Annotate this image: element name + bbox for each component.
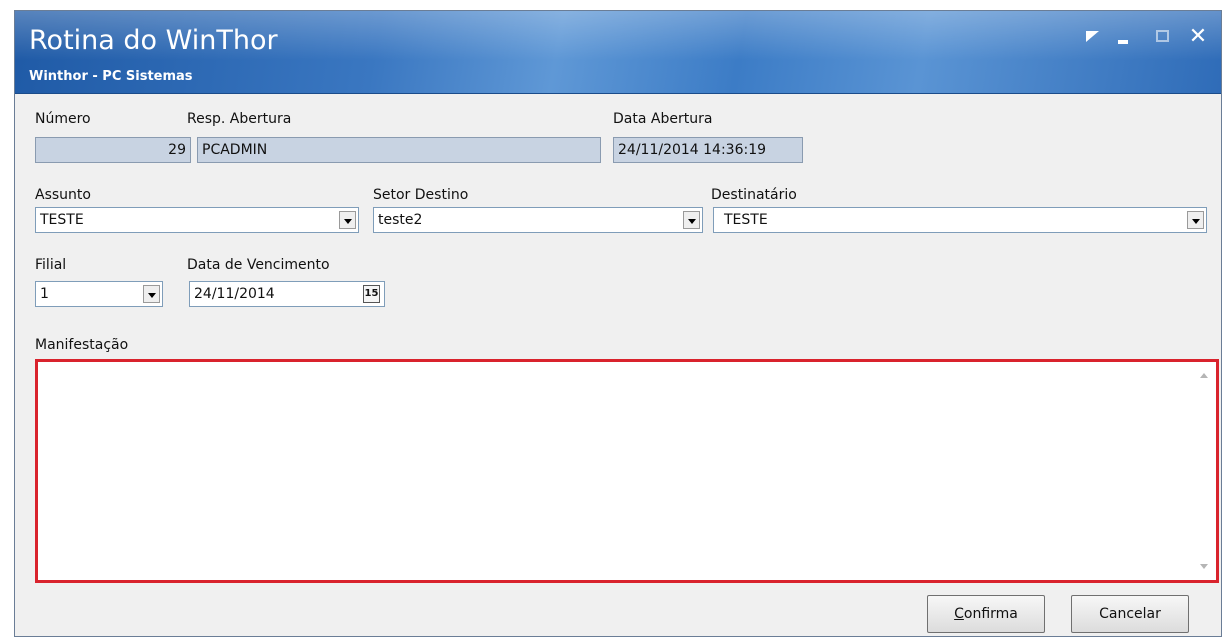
cancelar-button[interactable]: Cancelar: [1071, 595, 1189, 633]
destinatario-value: TESTE: [724, 212, 768, 228]
setor-destino-label: Setor Destino: [373, 187, 469, 203]
calendar-icon[interactable]: 15: [363, 285, 380, 303]
scroll-down-icon[interactable]: [1200, 564, 1208, 569]
window-title: Rotina do WinThor: [29, 25, 278, 56]
confirma-mnemonic: C: [954, 606, 964, 622]
filial-select[interactable]: 1: [35, 281, 163, 307]
destinatario-label: Destinatário: [711, 187, 797, 203]
close-icon[interactable]: ✕: [1187, 26, 1209, 48]
data-vencimento-value: 24/11/2014: [194, 286, 275, 302]
resp-abertura-field: PCADMIN: [197, 137, 601, 163]
data-vencimento-field[interactable]: 24/11/2014 15: [189, 281, 385, 307]
chevron-down-icon[interactable]: [1187, 211, 1204, 229]
chevron-down-icon[interactable]: [339, 211, 356, 229]
chevron-down-icon[interactable]: [683, 211, 700, 229]
memo-scrollbar[interactable]: [1197, 365, 1213, 577]
data-abertura-field: 24/11/2014 14:36:19: [613, 137, 803, 163]
filial-value: 1: [40, 286, 49, 302]
setor-destino-value: teste2: [378, 212, 423, 228]
dialog-window: Rotina do WinThor Winthor - PC Sistemas …: [14, 10, 1222, 637]
confirma-label: onfirma: [963, 606, 1018, 622]
resp-abertura-label: Resp. Abertura: [187, 111, 292, 127]
window-subtitle: Winthor - PC Sistemas: [29, 69, 193, 84]
scroll-up-icon[interactable]: [1200, 373, 1208, 378]
numero-label: Número: [35, 111, 91, 127]
manifestacao-textarea[interactable]: [35, 359, 1219, 583]
title-bar[interactable]: Rotina do WinThor Winthor - PC Sistemas …: [15, 11, 1221, 94]
assunto-select[interactable]: TESTE: [35, 207, 359, 233]
assunto-label: Assunto: [35, 187, 91, 203]
destinatario-select[interactable]: TESTE: [713, 207, 1207, 233]
chevron-down-icon[interactable]: [143, 285, 160, 303]
restore-icon[interactable]: [1083, 27, 1105, 47]
data-vencimento-label: Data de Vencimento: [187, 257, 330, 273]
confirma-button[interactable]: Confirma: [927, 595, 1045, 633]
filial-label: Filial: [35, 257, 67, 273]
minimize-icon[interactable]: [1113, 27, 1135, 47]
data-abertura-label: Data Abertura: [613, 111, 713, 127]
assunto-value: TESTE: [40, 212, 84, 228]
manifestacao-label: Manifestação: [35, 337, 129, 353]
setor-destino-select[interactable]: teste2: [373, 207, 703, 233]
maximize-icon[interactable]: [1153, 27, 1175, 47]
numero-field: 29: [35, 137, 191, 163]
